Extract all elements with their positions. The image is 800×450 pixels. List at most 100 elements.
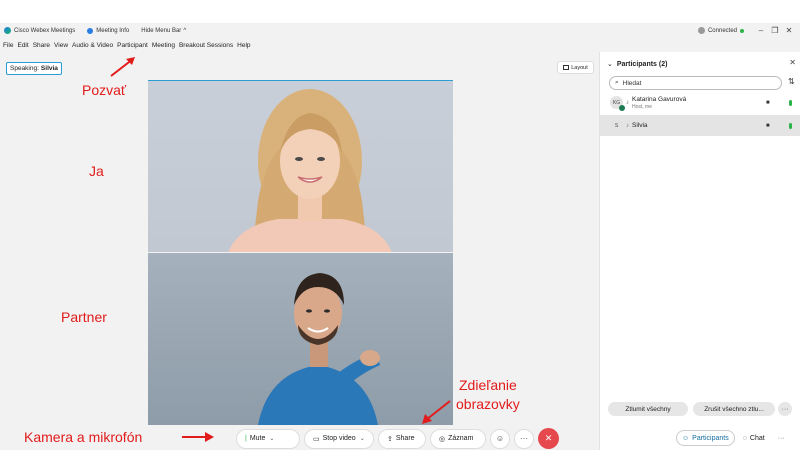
share-label: Share [395, 435, 415, 442]
participant-name-block: Katarina Gavurová Host, me [632, 96, 686, 110]
minimize-button[interactable]: – [754, 26, 768, 35]
annotation-camera-mic: Kamera a mikrofón [24, 429, 143, 445]
host-badge-icon [619, 105, 625, 111]
unmute-all-button[interactable]: Zrušit všechno ztlu... [693, 402, 775, 416]
more-icon: ··· [777, 434, 785, 442]
annotation-share-line2: obrazovky [456, 396, 520, 412]
arrow-camera-mic-icon [182, 432, 214, 442]
search-icon: ⌕ [615, 79, 619, 86]
chevron-down-icon: ⌄ [359, 436, 365, 442]
panel-tabs: ☺ Participants ◌ Chat ··· [676, 430, 793, 446]
arrow-invite-icon [110, 57, 135, 77]
meeting-toolbar: | Mute ⌄ ▭ Stop video ⌄ ⇪ Share ◎ Záznam… [236, 428, 559, 449]
chevron-down-icon[interactable]: ⌄ [607, 60, 613, 68]
microphone-icon: | [245, 435, 247, 442]
menu-edit[interactable]: Edit [17, 42, 28, 49]
reactions-button[interactable]: ☺ [490, 428, 510, 449]
app-title-text: Cisco Webex Meetings [14, 27, 76, 34]
participant-name-block: Silvia [632, 122, 648, 129]
camera-icon: ■ [766, 122, 770, 129]
tab-more[interactable]: ··· [773, 430, 790, 446]
menu-audio-video[interactable]: Audio & Video [72, 42, 113, 49]
menu-meeting[interactable]: Meeting [152, 42, 175, 49]
tab-participants[interactable]: ☺ Participants [676, 430, 735, 446]
panel-more-button[interactable]: ··· [778, 402, 792, 416]
mute-all-button[interactable]: Ztlumit všechny [608, 402, 688, 416]
self-video-tile [148, 80, 453, 252]
restore-button[interactable]: ❐ [768, 26, 782, 35]
avatar-initials: KG [612, 99, 621, 106]
participant-name: Katarina Gavurová [632, 95, 687, 103]
meeting-info-button[interactable]: Meeting Info [87, 27, 129, 34]
participant-row[interactable]: KG ♪ Katarina Gavurová Host, me ■ [600, 92, 800, 113]
record-button[interactable]: ◎ Záznam [430, 428, 486, 449]
annotation-partner: Partner [61, 309, 107, 325]
tab-participants-label: Participants [692, 434, 729, 442]
avatar-initials: S [614, 122, 619, 129]
chevron-up-icon: ^ [183, 27, 187, 34]
tab-chat-label: Chat [749, 434, 765, 442]
mic-active-icon [789, 122, 792, 129]
camera-icon: ■ [766, 99, 770, 106]
participant-name: Silvia [632, 122, 648, 129]
share-icon: ⇪ [387, 435, 393, 443]
avatar: S [610, 119, 623, 132]
chevron-down-icon: ⌄ [269, 436, 275, 442]
person-icon: ☺ [682, 434, 690, 442]
hide-menu-bar-button[interactable]: Hide Menu Bar ^ [141, 28, 186, 34]
annotation-invite: Pozvať [82, 82, 127, 98]
grid-icon [563, 65, 570, 70]
chat-icon: ◌ [742, 434, 747, 442]
speaking-indicator: Speaking: Silvia [6, 62, 62, 75]
mute-button[interactable]: | Mute ⌄ [236, 428, 300, 449]
record-icon: ◎ [439, 435, 446, 443]
menu-bar: File Edit Share View Audio & Video Parti… [0, 38, 800, 52]
stop-video-button[interactable]: ▭ Stop video ⌄ [304, 428, 374, 449]
record-label: Záznam [448, 435, 474, 442]
mute-all-label: Ztlumit všechny [625, 405, 671, 413]
annotation-share-line1: Zdieľanie [459, 377, 517, 393]
end-icon: ✕ [544, 433, 553, 443]
participant-row[interactable]: S ♪ Silvia ■ [600, 115, 800, 136]
participant-search-input[interactable]: ⌕ Hledat [609, 76, 782, 90]
unmute-all-label: Zrušit všechno ztlu... [704, 405, 764, 413]
end-meeting-button[interactable]: ✕ [538, 428, 559, 449]
menu-breakout-sessions[interactable]: Breakout Sessions [179, 42, 233, 49]
connection-status: Connected [707, 27, 737, 34]
hide-menu-bar-label: Hide Menu Bar [141, 27, 182, 34]
share-button[interactable]: ⇪ Share [378, 428, 426, 449]
annotation-me: Ja [89, 163, 104, 179]
menu-participant[interactable]: Participant [117, 42, 148, 49]
microphone-icon: ♪ [626, 99, 629, 106]
partner-video-tile [148, 253, 453, 425]
participants-panel: ⌄ Participants (2) ✕ ⌕ Hledat ⇅ KG ♪ Kat… [599, 52, 800, 450]
smiley-icon: ☺ [495, 434, 505, 443]
tab-chat[interactable]: ◌ Chat [738, 430, 770, 446]
mute-label: Mute [249, 435, 266, 442]
avatar: KG [610, 96, 625, 111]
menu-view[interactable]: View [54, 42, 68, 49]
participants-title: Participants (2) [616, 60, 668, 68]
connection-icon [697, 27, 705, 34]
menu-share[interactable]: Share [33, 42, 50, 49]
more-options-button[interactable]: ··· [514, 428, 534, 449]
participant-role: Host, me [632, 103, 653, 110]
arrow-share-icon [422, 400, 451, 424]
close-window-button[interactable]: ✕ [782, 26, 796, 35]
close-panel-button[interactable]: ✕ [789, 58, 796, 67]
search-placeholder: Hledat [622, 79, 642, 87]
partner-video-image [258, 273, 380, 425]
window-controls: Connected – ❐ ✕ [697, 23, 796, 38]
app-title: Cisco Webex Meetings [4, 27, 75, 34]
connection-dot-icon [740, 28, 744, 33]
more-label: ··· [520, 434, 528, 443]
menu-file[interactable]: File [3, 42, 13, 49]
sort-icon[interactable]: ⇅ [788, 77, 795, 86]
camera-icon: ▭ [313, 435, 320, 443]
mic-active-icon [789, 99, 792, 106]
menu-help[interactable]: Help [237, 42, 250, 49]
webex-logo-icon [4, 27, 11, 34]
layout-label: Layout [571, 64, 588, 71]
info-icon [87, 27, 94, 34]
layout-button[interactable]: Layout [557, 61, 594, 74]
